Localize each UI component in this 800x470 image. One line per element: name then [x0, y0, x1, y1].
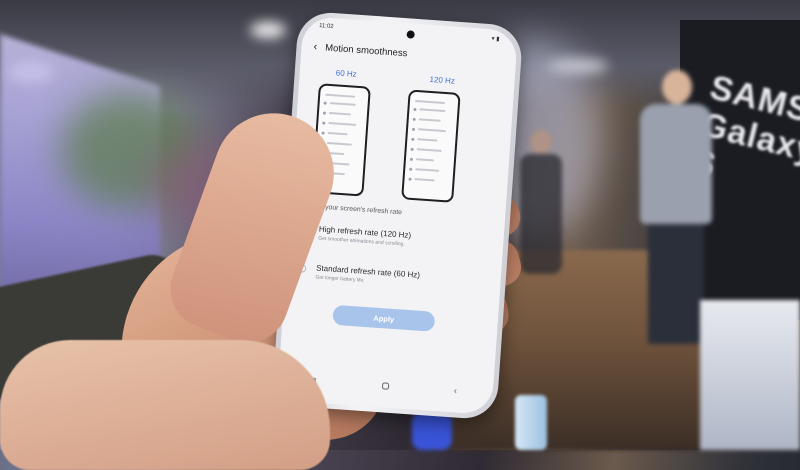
- refresh-previews-labels: 60 Hz 120 Hz: [300, 66, 514, 85]
- label-120hz: 120 Hz: [429, 74, 456, 86]
- option-high-refresh[interactable]: High refresh rate (120 Hz) Get smoother …: [300, 223, 496, 248]
- home-icon[interactable]: [381, 382, 389, 390]
- bottle: [515, 395, 547, 450]
- apply-button[interactable]: Apply: [332, 304, 436, 332]
- second-hand: [0, 340, 330, 470]
- front-camera: [405, 30, 415, 39]
- option-standard-refresh[interactable]: Standard refresh rate (60 Hz) Get longer…: [297, 262, 494, 284]
- back-arrow-icon[interactable]: ‹: [313, 41, 318, 53]
- display-stand: [700, 300, 800, 450]
- preview-120hz: [401, 89, 461, 203]
- status-time: 11:02: [318, 23, 334, 31]
- back-icon[interactable]: ‹: [454, 385, 458, 395]
- status-icons: ▾ ▮: [491, 36, 500, 43]
- label-60hz: 60 Hz: [335, 68, 357, 79]
- blue-object: [412, 412, 452, 450]
- background-person: [520, 130, 562, 274]
- ceiling-light: [250, 22, 286, 38]
- page-title: Motion smoothness: [324, 42, 408, 59]
